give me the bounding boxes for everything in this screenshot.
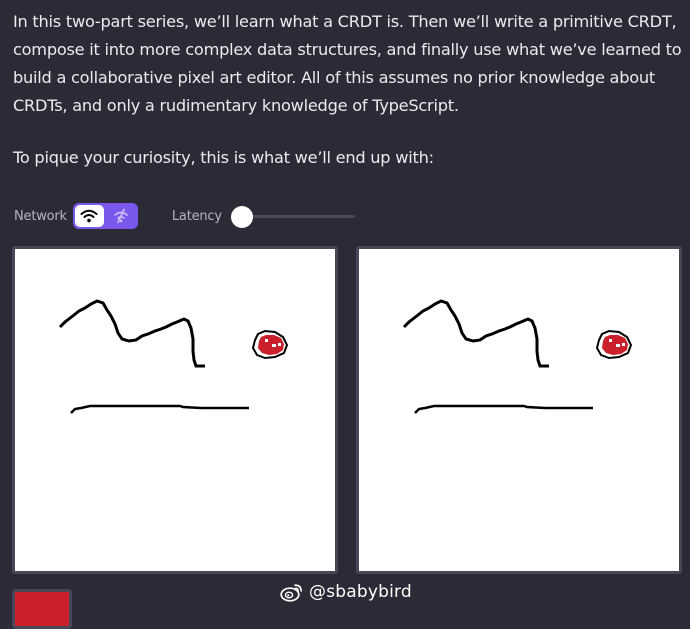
latency-label: Latency xyxy=(171,208,222,224)
watermark: @sbabybird xyxy=(280,582,412,602)
horizontal-line-stroke xyxy=(70,404,249,414)
pixel-art-drawing-right xyxy=(402,299,633,414)
network-label: Network xyxy=(14,208,67,224)
red-blob xyxy=(251,329,289,360)
latency-slider-track[interactable] xyxy=(236,215,355,218)
latency-slider[interactable] xyxy=(230,203,355,229)
scribble-stroke xyxy=(58,299,205,368)
watermark-text: @sbabybird xyxy=(309,582,412,602)
network-offline-option[interactable] xyxy=(107,205,136,227)
pixel-canvas-left[interactable] xyxy=(12,246,338,574)
wifi-off-icon xyxy=(114,208,129,224)
red-blob xyxy=(595,329,633,360)
pique-paragraph: To pique your curiosity, this is what we… xyxy=(13,148,434,167)
latency-slider-thumb[interactable] xyxy=(230,206,253,228)
weibo-icon xyxy=(280,584,302,602)
pixel-canvas-right[interactable] xyxy=(356,246,682,574)
intro-paragraph: In this two-part series, we’ll learn wha… xyxy=(13,12,682,115)
network-toggle[interactable] xyxy=(72,203,138,229)
wifi-icon xyxy=(80,209,98,223)
scribble-stroke xyxy=(402,299,549,368)
network-online-option[interactable] xyxy=(74,205,104,227)
horizontal-line-stroke xyxy=(414,404,593,414)
demo-controls: Network Latency xyxy=(14,203,355,229)
color-swatch-selected[interactable] xyxy=(12,589,72,629)
pixel-art-drawing-left xyxy=(58,299,289,414)
